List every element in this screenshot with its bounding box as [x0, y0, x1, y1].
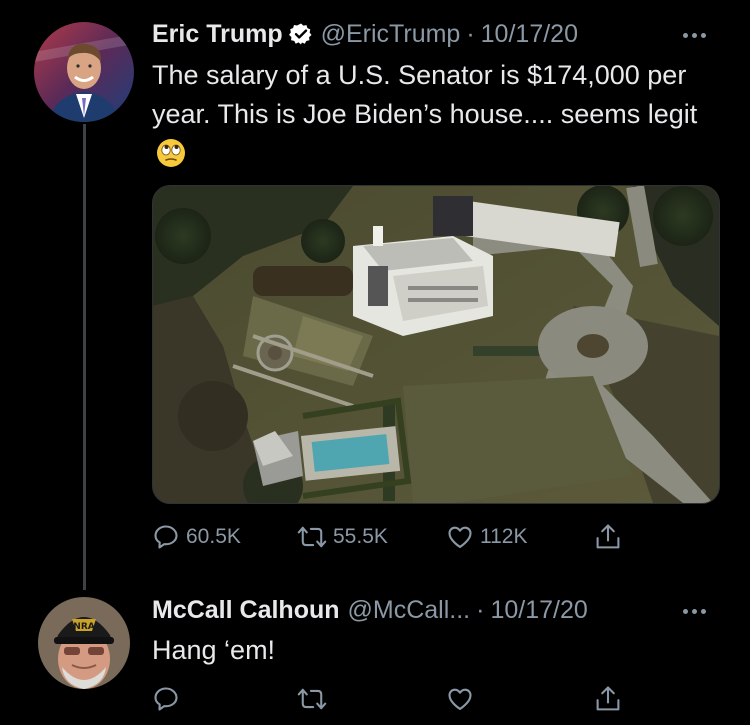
tweet-text: The salary of a U.S. Senator is $174,000… [152, 56, 732, 179]
reply-header: McCall Calhoun @McCall... · 10/17/20 [152, 592, 588, 628]
reply-date[interactable]: 10/17/20 [490, 596, 587, 625]
reply-retweet-action[interactable] [297, 681, 327, 717]
reply-text: Hang ‘em! [152, 635, 276, 665]
reply-reply-action[interactable] [152, 681, 180, 717]
like-count: 112K [480, 525, 528, 548]
reply-count: 60.5K [186, 525, 241, 548]
author-handle[interactable]: @EricTrump [321, 20, 461, 49]
reply-author-avatar[interactable]: NRA [38, 597, 130, 689]
reply-dot-separator: · [476, 595, 485, 624]
reply-share-action[interactable] [594, 681, 622, 717]
tweet-thread: Eric Trump @EricTrump · 10/17/20 The sal… [0, 0, 750, 725]
reply-author-handle[interactable]: @McCall... [348, 596, 471, 625]
dot-separator: · [466, 19, 475, 48]
more-options-icon[interactable] [683, 33, 706, 38]
reply-avatar-cap-text: NRA [73, 622, 94, 632]
thread-line [83, 124, 86, 590]
tweet-media-image[interactable] [152, 185, 720, 504]
reply-author-name[interactable]: McCall Calhoun [152, 596, 340, 625]
heart-icon [448, 526, 472, 548]
like-action[interactable]: 112K [446, 519, 528, 555]
tweet-text-body: The salary of a U.S. Senator is $174,000… [152, 60, 698, 129]
verified-badge-icon [288, 22, 313, 46]
retweet-icon [297, 688, 327, 710]
share-icon [596, 524, 620, 549]
reply-action[interactable]: 60.5K [152, 519, 241, 555]
author-avatar[interactable] [34, 22, 134, 122]
share-action[interactable] [594, 519, 622, 555]
reply-more-options-icon[interactable] [683, 609, 706, 614]
share-icon [596, 686, 620, 711]
retweet-count: 55.5K [333, 525, 388, 548]
author-name[interactable]: Eric Trump [152, 20, 283, 49]
heart-icon [448, 688, 472, 710]
reply-icon [154, 687, 178, 711]
retweet-icon [297, 526, 327, 548]
retweet-action[interactable]: 55.5K [297, 519, 388, 555]
reply-icon [154, 525, 178, 549]
tweet-date[interactable]: 10/17/20 [481, 20, 578, 49]
tweet-header: Eric Trump @EricTrump · 10/17/20 [152, 16, 578, 52]
reply-like-action[interactable] [446, 681, 474, 717]
rolling-eyes-emoji-icon [156, 138, 186, 179]
